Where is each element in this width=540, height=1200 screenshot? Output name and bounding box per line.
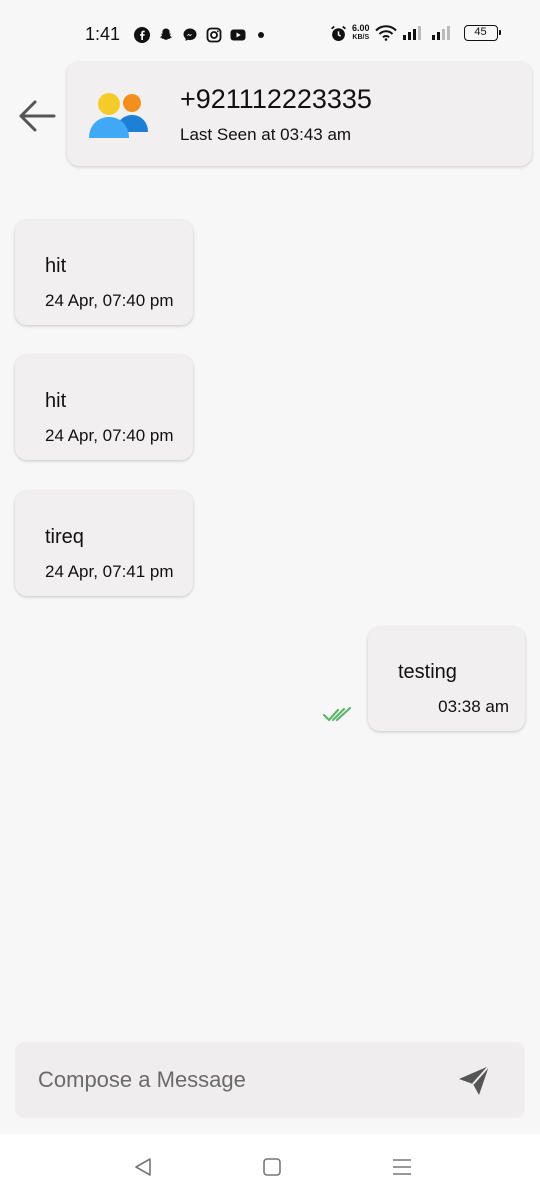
nav-home-icon[interactable] xyxy=(261,1156,283,1178)
wifi-icon xyxy=(374,25,397,41)
alarm-icon xyxy=(331,25,346,41)
incoming-message[interactable]: hit 24 Apr, 07:40 pm xyxy=(15,220,193,325)
messenger-icon xyxy=(183,28,197,41)
status-bar: 1:41 6.00 KB/S 45 xyxy=(0,0,540,60)
snapchat-icon xyxy=(160,28,172,40)
youtube-icon xyxy=(230,29,246,41)
nav-menu-icon[interactable] xyxy=(391,1156,413,1178)
send-icon xyxy=(459,1065,490,1095)
notification-icons xyxy=(134,27,264,43)
arrow-left-icon xyxy=(19,100,56,132)
signal-icon-2 xyxy=(431,26,450,40)
net-speed-unit: KB/S xyxy=(352,34,370,41)
nav-back-icon[interactable] xyxy=(132,1156,154,1178)
send-button[interactable] xyxy=(455,1062,493,1098)
signal-icon xyxy=(402,26,421,40)
battery-level: 45 xyxy=(474,26,487,38)
message-text: hit xyxy=(45,390,67,412)
message-time: 24 Apr, 07:40 pm xyxy=(45,426,174,445)
status-time: 1:41 xyxy=(85,24,121,44)
double-check-icon xyxy=(322,706,352,722)
contact-header[interactable]: +921112223335 Last Seen at 03:43 am xyxy=(67,62,532,166)
incoming-message[interactable]: hit 24 Apr, 07:40 pm xyxy=(15,355,193,460)
message-text: tireq xyxy=(45,526,84,548)
incoming-message[interactable]: tireq 24 Apr, 07:41 pm xyxy=(15,491,193,596)
battery-icon: 45 xyxy=(463,25,501,41)
notification-dot xyxy=(258,32,264,38)
net-speed: 6.00 KB/S xyxy=(352,24,370,42)
message-time: 24 Apr, 07:41 pm xyxy=(45,562,174,581)
message-time: 24 Apr, 07:40 pm xyxy=(45,291,174,310)
contact-name: +921112223335 xyxy=(180,84,372,114)
facebook-icon xyxy=(134,27,150,43)
outgoing-message[interactable]: testing 03:38 am xyxy=(368,627,525,731)
net-speed-value: 6.00 xyxy=(352,23,370,33)
system-navigation-bar xyxy=(0,1134,540,1200)
composer-bar xyxy=(15,1042,525,1118)
last-seen-status: Last Seen at 03:43 am xyxy=(180,125,352,144)
system-icons: 6.00 KB/S 45 xyxy=(330,24,501,42)
message-text: testing xyxy=(398,661,457,683)
back-button[interactable] xyxy=(16,95,58,137)
chat-screen: 1:41 6.00 KB/S 45 +921112223335 Last See… xyxy=(0,0,540,1200)
instagram-icon xyxy=(206,27,222,43)
compose-message-input[interactable] xyxy=(15,1042,435,1118)
message-text: hit xyxy=(45,255,67,277)
message-time: 03:38 am xyxy=(438,697,509,716)
contacts-group-icon xyxy=(89,93,148,138)
